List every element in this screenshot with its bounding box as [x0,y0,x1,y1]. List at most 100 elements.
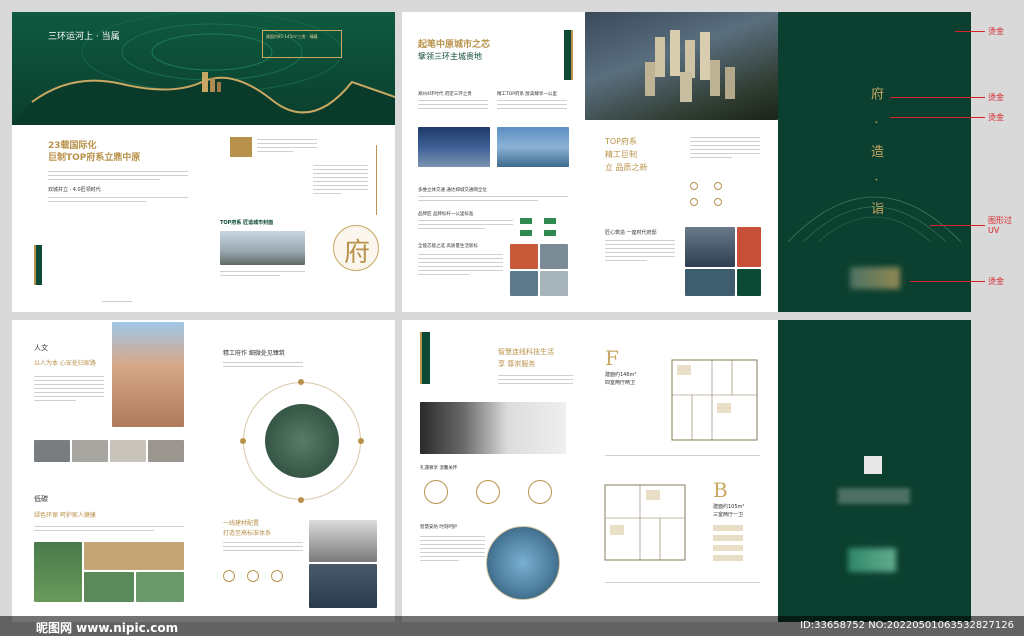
annot-5: 烫金 [988,277,1004,286]
floorplan-page: F 建面约146m² 四室两厅两卫 B 建面约105m² 三室两厅一卫 [585,320,778,622]
smart-title-1: 智慧连线科技生活 [498,348,554,356]
city-photo-1 [418,127,490,167]
detail-photo-1 [685,227,735,267]
sec1-body [418,100,488,112]
aerial-page: TOP府系 精工巨制 立 品质之新 匠心筑造 一座时代府邸 [585,12,778,312]
smart-page: 智慧连线科技生活 享 尊崇服务 礼遇尊享 温馨关怀 智慧安防 时刻呵护 [402,320,585,622]
annot-1: 烫金 [988,27,1004,36]
cover-square-logo [864,456,882,474]
type-b-layout: 三室两厅一卫 [713,512,744,518]
garden-photo-1 [34,542,82,602]
location-title-2: 擘领三环主城贵地 [418,52,482,61]
amenity-photo-1 [510,244,538,269]
type-b-area: 建面约105m² [713,504,745,510]
intro-title-1: 23载国际化 [48,141,97,151]
interior-photo-1 [309,520,377,562]
materials-body [223,542,303,554]
amenity-photo-2 [540,244,568,269]
texture-1 [34,440,70,462]
body-lines [313,165,368,197]
sec2-body [497,100,567,112]
front-cover [778,320,971,622]
cover-logo [850,267,900,289]
sec3-body [418,196,568,204]
hero-headline: 三环运河上 · 当属 [48,32,120,42]
humanity-title: 以人为本 心安处归家路 [34,360,96,367]
buildings-graphic [645,30,735,102]
intro-body-2 [48,197,188,205]
eco-tag: 低碳 [34,495,48,503]
toppage-label: TOP府系 匠造城市封面 [220,220,274,226]
cover-blur-logo [848,548,896,572]
photo-caption [220,271,305,279]
craft-body [223,362,303,370]
materials-title-1: 一线建材配置 [223,520,260,527]
sec5-title: 全能芯能之选 高质量生活新标 [418,244,478,249]
aerial-sec-title: 匠心筑造 一座时代府邸 [605,230,657,236]
type-f: F [605,346,619,370]
annot-4: 图形过UV [988,216,1012,236]
garden-photo-3 [136,572,184,602]
quote-lines [257,139,317,155]
arc-graphic [787,196,962,242]
badge-2 [476,480,500,504]
cover-blur-text [838,488,910,504]
sec1-title: 郑州4环时代 府定三环之贵 [418,92,472,97]
detail-photo-3 [685,269,735,296]
smart-tech-circle [486,526,560,600]
annot-line-5 [910,281,985,282]
hero-page: 三环运河上 · 当属 建面约85-145m²三房 · 臻藏 [12,12,395,125]
craft-node-2 [240,438,246,444]
annot-line-2 [890,97,985,98]
texture-4 [148,440,184,462]
sec3-title: 多维立体交通 通达郑城交通网全位 [418,188,487,193]
garden-photo-2 [84,572,134,602]
floorplan-b-legend [605,582,760,586]
texture-2 [72,440,108,462]
floorplan-f [671,359,758,441]
sec4-body [418,220,513,232]
craft-title: 精工府作 细微处见臻筑 [223,350,285,357]
footer-line [102,301,132,302]
sec2-title: 精工TOP府系 醇美臻享一公里 [497,92,557,97]
ripple-graphic [12,12,395,125]
hero-gold-box: 建面约85-145m²三房 · 臻藏 [262,30,342,58]
type-f-layout: 四室两厅两卫 [605,380,636,386]
craft-node-3 [358,438,364,444]
craft-node-1 [298,379,304,385]
badge-1 [424,480,448,504]
annot-line-3 [890,117,985,118]
watermark-id: ID:33658752 NO:20220501063532827126 [800,620,1014,631]
humanity-page: 人文 以人为本 心安处归家路 低碳 绿色环保 呵护家人健康 [12,320,205,622]
eco-title: 绿色环保 呵护家人健康 [34,512,96,519]
amenity-photo-4 [540,271,568,296]
intro-title-2: 巨制TOP府系立鼎中原 [48,153,141,163]
humanity-tag: 人文 [34,344,48,352]
aerial-title-1: TOP府系 [605,137,638,146]
intro-subtitle: 双城并立 · 4.0匠领时代 [48,187,101,193]
material-icon-3 [271,570,283,582]
quote-box [230,137,252,157]
interior-photo-2 [309,564,377,608]
watermark-bar: 昵图网 www.nipic.com ID:33658752 NO:2022050… [0,616,1024,636]
annot-2: 烫金 [988,93,1004,102]
brochure-spread: 三环运河上 · 当属 建面约85-145m²三房 · 臻藏 23载国际化 巨制T… [0,0,1024,636]
materials-title-2: 打造至高标准体系 [223,530,272,537]
amenity-photo-3 [510,271,538,296]
material-icon-1 [223,570,235,582]
brand-logos [520,218,568,240]
sec4-title: 品牌匠 品牌标杆一公里标准 [418,212,474,217]
smart-sec1-title: 礼遇尊享 温馨关怀 [420,466,458,471]
type-f-area: 建面约146m² [605,372,637,378]
annot-3: 烫金 [988,113,1004,122]
detail-photo-4 [737,269,761,296]
back-cover: 府 · 造 · 诣 [778,12,971,312]
watermark-site: 昵图网 www.nipic.com [36,621,179,635]
smart-sec2-title: 智慧安防 时刻呵护 [420,525,458,530]
intro-body [48,171,188,183]
aerial-rendering [585,12,778,120]
smart-body [498,375,573,387]
annot-line-1 [955,31,985,32]
location-title-1: 起笔中原城市之芯 [418,40,491,50]
craft-node-4 [298,497,304,503]
